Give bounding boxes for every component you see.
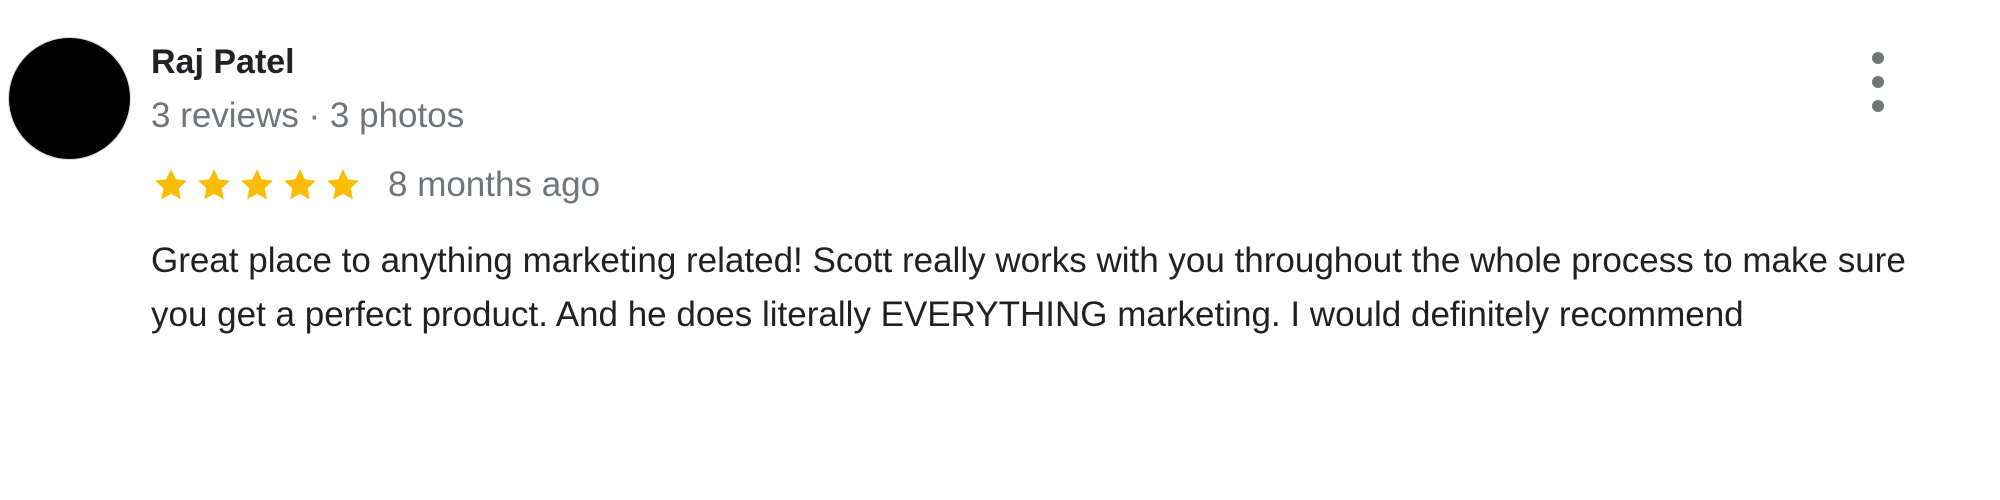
star-icon (237, 165, 277, 205)
review-time: 8 months ago (388, 165, 601, 204)
review-content: Raj Patel 3 reviews · 3 photos 8 months … (151, 38, 1951, 342)
more-vertical-icon (1872, 76, 1884, 88)
review-text: Great place to anything marketing relate… (151, 241, 1906, 334)
star-icon (151, 165, 191, 205)
reviewer-avatar[interactable] (9, 38, 130, 159)
star-icon (280, 165, 320, 205)
review-card: Raj Patel 3 reviews · 3 photos 8 months … (0, 0, 2000, 500)
star-rating (151, 165, 366, 205)
rating-row: 8 months ago (151, 160, 1951, 210)
more-vertical-icon (1872, 100, 1884, 112)
more-options-button[interactable] (1858, 52, 1898, 112)
star-icon (323, 165, 363, 205)
reviewer-meta: 3 reviews · 3 photos (151, 96, 465, 135)
star-icon (194, 165, 234, 205)
more-vertical-icon (1872, 52, 1884, 64)
reviewer-name[interactable]: Raj Patel (151, 38, 1951, 86)
